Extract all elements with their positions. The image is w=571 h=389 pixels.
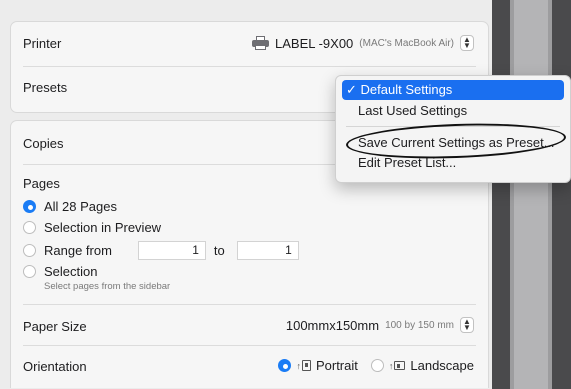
divider xyxy=(23,345,476,346)
printer-popup[interactable]: LABEL -9X00 (MAC's MacBook Air) ▲ ▼ xyxy=(252,35,474,51)
menu-item-label: Default Settings xyxy=(360,82,453,97)
printer-label: Printer xyxy=(23,36,62,51)
landscape-label[interactable]: Landscape xyxy=(410,358,474,373)
orientation-label: Orientation xyxy=(23,359,87,374)
pages-selection-label: Selection xyxy=(44,264,98,279)
pages-selection-preview-option[interactable]: Selection in Preview xyxy=(23,220,161,235)
paper-size-value: 100mmx150mm xyxy=(285,317,380,333)
landscape-icon: ↑ xyxy=(389,361,406,371)
paper-size-label: Paper Size xyxy=(23,319,87,334)
range-end-field[interactable]: 1 xyxy=(236,241,299,260)
pages-all-label: All 28 Pages xyxy=(44,199,117,214)
pages-all-option[interactable]: All 28 Pages xyxy=(23,199,117,214)
paper-size-detail: 100 by 150 mm xyxy=(385,319,454,331)
pages-range-label: Range from xyxy=(44,243,112,258)
background-window-column-inner xyxy=(514,0,548,389)
popup-arrows-icon: ▲ ▼ xyxy=(460,35,474,51)
pages-selection-preview-label: Selection in Preview xyxy=(44,220,162,235)
selection-hint: Select pages from the sidebar xyxy=(44,281,171,292)
paper-size-popup[interactable]: 100mmx150mm 100 by 150 mm ▲ ▼ xyxy=(286,317,474,333)
divider xyxy=(23,304,476,305)
pages-selection-option[interactable]: Selection xyxy=(23,264,97,279)
range-to-label: to xyxy=(213,243,225,258)
printer-icon xyxy=(252,36,269,50)
radio-landscape[interactable] xyxy=(370,359,384,372)
print-dialog: Printer LABEL -9X00 (MAC's MacBook Air) … xyxy=(0,0,571,389)
printer-name: LABEL -9X00 xyxy=(275,35,354,51)
range-start-field[interactable]: 1 xyxy=(137,241,206,260)
menu-item-label: Last Used Settings xyxy=(358,103,468,118)
popup-arrows-icon: ▲ ▼ xyxy=(460,317,474,333)
radio-selection-in-preview[interactable] xyxy=(23,221,36,234)
orientation-control: ↑ Portrait ↑ Landscape xyxy=(278,358,474,373)
radio-all-pages[interactable] xyxy=(23,200,36,213)
portrait-label[interactable]: Portrait xyxy=(316,358,358,373)
pages-range-option[interactable]: Range from 1 to 1 xyxy=(23,241,299,260)
menu-item-last-used-settings[interactable]: Last Used Settings xyxy=(342,101,564,121)
check-mark-icon: ✓ xyxy=(346,82,357,97)
background-window xyxy=(492,0,571,389)
divider xyxy=(23,66,476,67)
menu-item-default-settings[interactable]: ✓ Default Settings xyxy=(342,80,564,100)
copies-label: Copies xyxy=(23,136,64,151)
radio-portrait[interactable] xyxy=(278,359,292,372)
pages-label: Pages xyxy=(23,176,60,191)
presets-label: Presets xyxy=(23,80,68,95)
printer-host: (MAC's MacBook Air) xyxy=(359,37,454,49)
portrait-icon: ↑ xyxy=(296,360,311,371)
radio-range[interactable] xyxy=(23,244,36,257)
radio-selection[interactable] xyxy=(23,265,36,278)
